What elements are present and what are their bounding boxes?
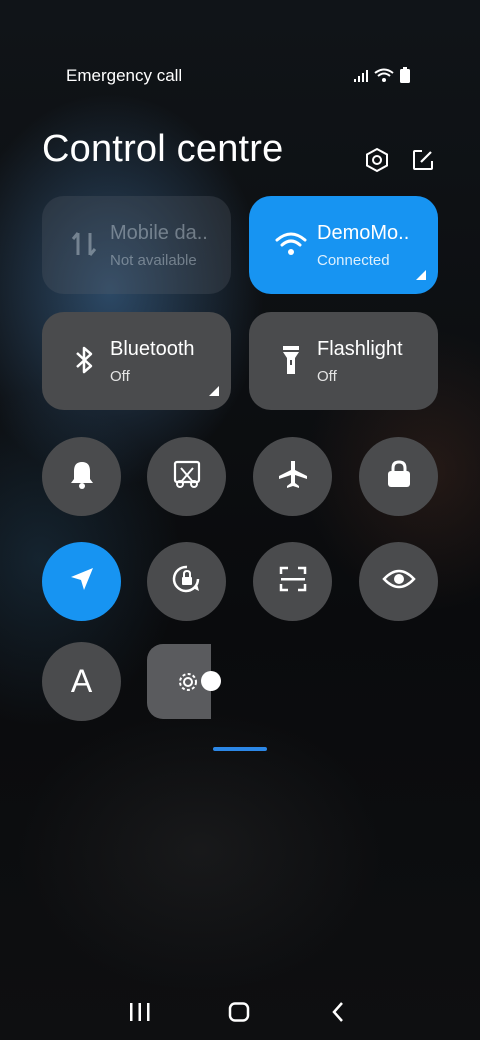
tile-bluetooth[interactable]: Bluetooth Off <box>42 312 231 410</box>
toggle-reading-mode[interactable] <box>359 542 438 621</box>
toggle-notifications[interactable] <box>42 437 121 516</box>
bell-icon <box>68 459 96 494</box>
mobile-data-icon <box>66 226 102 262</box>
tile-label: DemoMo.. <box>317 222 410 244</box>
battery-icon <box>400 67 410 88</box>
signal-icon <box>354 69 368 87</box>
page-title: Control centre <box>42 128 284 170</box>
toggle-rotation-lock[interactable] <box>147 542 226 621</box>
back-icon[interactable] <box>318 997 358 1027</box>
panel-handle[interactable] <box>213 747 267 751</box>
toggle-location[interactable] <box>42 542 121 621</box>
status-icons <box>354 67 410 88</box>
toggle-scanner[interactable] <box>253 542 332 621</box>
recents-icon[interactable] <box>120 997 160 1027</box>
tile-status: Connected <box>317 252 390 269</box>
tile-wifi[interactable]: DemoMo.. Connected <box>249 196 438 294</box>
tile-mobile-data[interactable]: Mobile da.. Not available <box>42 196 231 294</box>
toggle-airplane-mode[interactable] <box>253 437 332 516</box>
tile-status: Not available <box>110 252 197 269</box>
wifi-icon <box>273 226 309 262</box>
airplane-icon <box>277 458 309 495</box>
carrier-label: Emergency call <box>66 66 183 85</box>
toggle-lock-screen[interactable] <box>359 437 438 516</box>
navigation-bar <box>0 975 480 1040</box>
tile-status: Off <box>110 368 130 385</box>
home-icon[interactable] <box>219 997 259 1027</box>
tile-label: Flashlight <box>317 338 403 360</box>
wifi-icon <box>374 68 394 87</box>
tile-label: Mobile da.. <box>110 222 208 244</box>
edit-icon[interactable] <box>408 145 438 175</box>
expand-corner-icon[interactable] <box>209 386 219 396</box>
scanner-icon <box>278 565 308 598</box>
eye-icon <box>381 567 416 596</box>
toggle-font[interactable]: A <box>42 642 121 721</box>
tile-status: Off <box>317 368 337 385</box>
settings-icon[interactable] <box>362 145 392 175</box>
tile-flashlight[interactable]: Flashlight Off <box>249 312 438 410</box>
brightness-slider-knob[interactable] <box>201 671 221 691</box>
screenshot-icon <box>172 459 202 494</box>
font-icon: A <box>70 663 93 699</box>
brightness-icon <box>177 671 199 698</box>
toggle-screenshot[interactable] <box>147 437 226 516</box>
tile-label: Bluetooth <box>110 338 195 360</box>
rotation-lock-icon <box>170 562 204 601</box>
expand-corner-icon[interactable] <box>416 270 426 280</box>
location-icon <box>68 565 96 598</box>
lock-icon <box>385 459 413 494</box>
bluetooth-icon <box>66 342 102 378</box>
flashlight-icon <box>273 342 309 378</box>
